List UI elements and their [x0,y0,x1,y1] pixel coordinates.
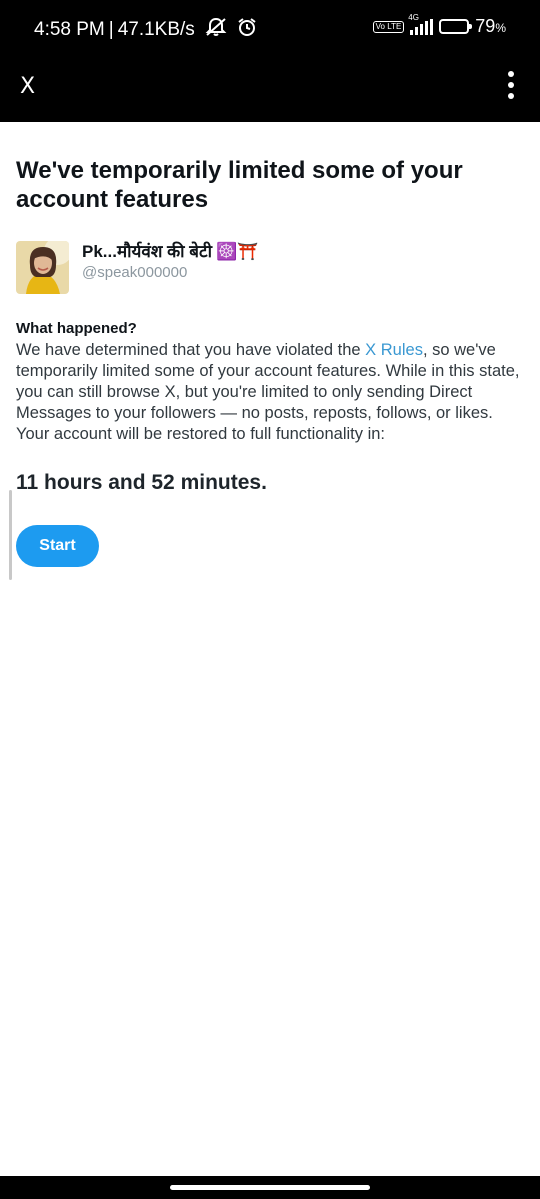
status-separator: | [108,19,114,40]
display-name[interactable]: Pk...मौर्यवंश की बेटी ☸️⛩️ [82,241,258,262]
page-title: We've temporarily limited some of your a… [16,157,463,213]
section-title: What happened? [16,320,137,337]
app-bar: X [0,58,540,122]
notice-body: We have determined that you have violate… [16,340,526,445]
silent-mode-icon [205,17,227,43]
notice-content: We've temporarily limited some of your a… [16,122,524,567]
more-vertical-icon[interactable] [506,71,516,99]
start-button[interactable]: Start [16,525,99,567]
user-text: Pk...मौर्यवंश की बेटी ☸️⛩️ @speak000000 [82,241,258,281]
battery-percent-value: 79 [475,16,496,36]
name-emojis: ☸️⛩️ [216,242,259,261]
battery-icon [439,19,473,34]
signal-icon: 4G [408,13,434,35]
status-left: 4:58 PM | 47.1KB/s [34,17,257,43]
body-text-start: We have determined that you have violate… [16,341,366,359]
alarm-icon [237,17,257,43]
battery-percent: 79% [475,16,506,37]
volte-icon: Vo LTE [372,20,405,33]
time-remaining: 11 hours and 52 minutes. [16,471,267,494]
display-name-text: Pk...मौर्यवंश की बेटी [82,242,212,261]
scroll-indicator[interactable] [9,490,12,580]
network-type: 4G [408,12,419,22]
user-handle: @speak000000 [82,264,188,281]
status-right: Vo LTE 4G 79% [372,13,506,37]
status-time: 4:58 PM [34,19,105,40]
x-rules-link[interactable]: X Rules [365,341,423,359]
home-gesture-bar[interactable] [170,1185,370,1190]
battery-percent-symbol: % [495,21,506,35]
avatar[interactable] [16,241,69,294]
user-card: Pk...मौर्यवंश की बेटी ☸️⛩️ @speak000000 [16,241,524,294]
network-speed: 47.1KB/s [117,19,195,40]
status-bar: 4:58 PM | 47.1KB/s Vo LTE 4G 79% [0,0,540,58]
navigation-bar [0,1176,540,1199]
close-button[interactable]: X [20,74,35,99]
